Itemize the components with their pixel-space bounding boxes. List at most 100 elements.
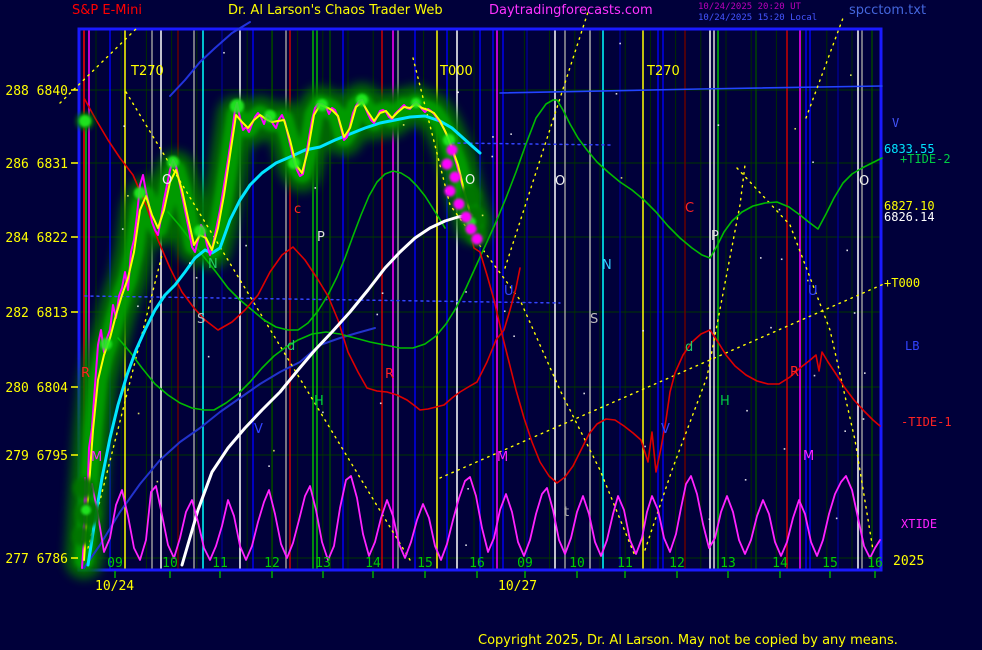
- cycle-letter: N: [208, 257, 218, 272]
- speckle: [196, 277, 198, 279]
- speckle: [491, 156, 493, 158]
- hour-label: 14: [365, 556, 381, 571]
- speckle: [189, 262, 191, 264]
- speckle: [322, 412, 324, 414]
- cycle-letter: M: [91, 450, 102, 465]
- green-bright-spot: [411, 98, 421, 108]
- green-bright-spot: [134, 187, 146, 199]
- green-bright-spot: [230, 99, 244, 113]
- y-axis-label: 280 6804: [5, 381, 68, 396]
- hour-label: 16: [469, 556, 485, 571]
- speckle: [492, 136, 494, 138]
- site-link[interactable]: Daytradingforecasts.com: [489, 3, 653, 18]
- speckle: [123, 125, 125, 127]
- y-axis-label: 279 6795: [5, 449, 68, 464]
- cycle-letter: O: [555, 174, 565, 189]
- margin-label: +T000: [884, 276, 920, 290]
- speckle: [273, 450, 275, 452]
- copyright-notice: Copyright 2025, Dr. Al Larson. May not b…: [478, 633, 898, 648]
- cycle-letter: S: [590, 312, 598, 327]
- speckle: [223, 52, 225, 54]
- y-axis-label: 286 6831: [5, 157, 68, 172]
- green-bright-spot: [194, 225, 206, 237]
- cycle-letter: O: [859, 174, 869, 189]
- hour-label: 11: [212, 556, 228, 571]
- speckle: [846, 250, 848, 252]
- cycle-letter: T270: [646, 64, 680, 79]
- magenta-dot: [461, 212, 472, 223]
- page-title: Dr. Al Larson's Chaos Trader Web: [228, 3, 443, 18]
- hour-label: 14: [772, 556, 788, 571]
- cycle-letter: M: [497, 450, 508, 465]
- hour-label: 09: [107, 556, 123, 571]
- speckle: [784, 448, 786, 450]
- speckle: [844, 430, 846, 432]
- hour-label: 15: [417, 556, 433, 571]
- speckle: [465, 291, 467, 293]
- timestamp-ut: 10/24/2025 20:20 UT: [698, 2, 801, 12]
- green-blob: [72, 526, 92, 546]
- date-label: 10/24: [95, 579, 134, 594]
- speckle: [208, 356, 210, 358]
- speckle: [467, 488, 469, 490]
- cycle-letter: T270: [130, 64, 164, 79]
- cycle-letter: H: [314, 394, 324, 409]
- speckle: [157, 481, 159, 483]
- margin-label: V: [892, 116, 899, 130]
- margin-label: +TIDE-2: [900, 152, 951, 166]
- hour-label: 12: [264, 556, 280, 571]
- speckle: [836, 518, 838, 520]
- speckle: [619, 43, 621, 45]
- cycle-letter: P: [711, 229, 719, 244]
- y-axis-label: 288 6840: [5, 84, 68, 99]
- speckle: [465, 544, 467, 546]
- green-bright-spot: [356, 94, 368, 106]
- speckle: [746, 410, 748, 412]
- speckle: [779, 209, 781, 211]
- hour-label: 10: [569, 556, 585, 571]
- margin-label: -TIDE-1: [901, 415, 952, 429]
- cycle-letter: R: [81, 366, 90, 381]
- speckle: [314, 187, 316, 189]
- speckle: [380, 402, 382, 404]
- magenta-dot: [466, 224, 477, 235]
- margin-label: XTIDE: [901, 517, 937, 531]
- speckle: [850, 74, 852, 76]
- cycle-letter: U: [504, 284, 514, 299]
- speckle: [745, 479, 747, 481]
- green-bright-spot: [443, 134, 455, 146]
- green-bright-spot: [81, 505, 91, 515]
- magenta-dot: [454, 199, 465, 210]
- y-axis-label: 277 6786: [5, 552, 68, 567]
- speckle: [814, 375, 816, 377]
- speckle: [718, 124, 720, 126]
- cycle-letter: V: [661, 422, 670, 437]
- speckle: [854, 312, 856, 314]
- margin-label: LB: [905, 339, 919, 353]
- cycle-letter: S: [197, 312, 205, 327]
- cycle-letter: P: [317, 230, 325, 245]
- cycle-letter: O: [465, 173, 475, 188]
- speckle: [709, 518, 711, 520]
- cycle-letter: H: [720, 394, 730, 409]
- speckle: [770, 327, 772, 329]
- data-filename[interactable]: spcctom.txt: [849, 3, 926, 18]
- speckle: [644, 446, 646, 448]
- cycle-letter: t: [564, 505, 569, 520]
- cycle-letter: R: [790, 365, 799, 380]
- speckle: [403, 124, 405, 126]
- speckle: [812, 161, 814, 163]
- cycle-letter: M: [803, 449, 814, 464]
- hour-label: 13: [720, 556, 736, 571]
- cycle-letter: O: [162, 173, 172, 188]
- speckle: [245, 245, 247, 247]
- speckle: [122, 228, 124, 230]
- hour-label: 13: [315, 556, 331, 571]
- margin-label: 6826.14: [884, 210, 935, 224]
- cycle-letter: c: [294, 202, 301, 217]
- speckle: [482, 215, 484, 217]
- hour-label: 15: [822, 556, 838, 571]
- speckle: [382, 292, 384, 294]
- speckle: [137, 305, 139, 307]
- y-axis-label: 284 6822: [5, 231, 68, 246]
